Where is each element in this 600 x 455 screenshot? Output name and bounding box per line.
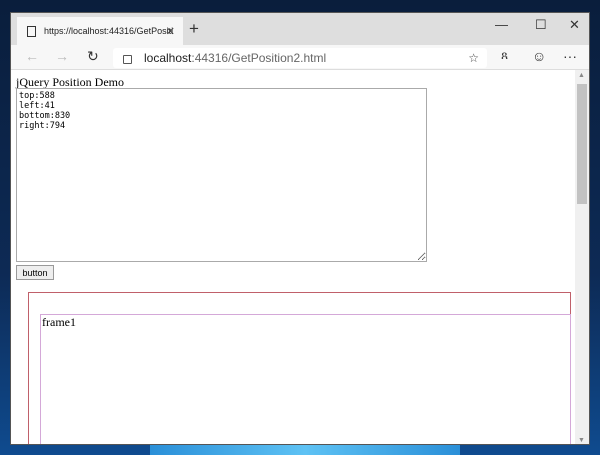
address-toolbar: ← → ↻ localhost:44316/GetPosition2.html …	[11, 45, 589, 70]
maximize-button[interactable]: ☐	[535, 17, 547, 33]
scrollbar-thumb[interactable]	[577, 84, 587, 204]
browser-window: https://localhost:44316/GetPositi ✕ + — …	[10, 12, 590, 445]
refresh-button[interactable]: ↻	[87, 48, 99, 65]
lock-icon	[123, 55, 132, 64]
address-bar[interactable]: localhost:44316/GetPosition2.html ☆	[113, 48, 487, 68]
new-tab-button[interactable]: +	[189, 19, 199, 39]
url-host: localhost	[144, 51, 192, 65]
scroll-up-icon[interactable]: ▲	[578, 72, 585, 79]
page-icon	[27, 25, 36, 37]
favorite-star-icon[interactable]: ☆	[468, 51, 479, 65]
position-output-textarea[interactable]: top:588 left:41 bottom:830 right:794	[16, 88, 427, 262]
tab-title: https://localhost:44316/GetPositi	[44, 26, 174, 36]
vertical-scrollbar[interactable]: ▲ ▼	[575, 70, 589, 444]
profile-icon[interactable]: ጸ	[501, 48, 508, 63]
minimize-button[interactable]: —	[495, 17, 508, 32]
close-window-button[interactable]: ✕	[569, 17, 580, 33]
forward-button[interactable]: →	[55, 48, 69, 64]
more-menu-icon[interactable]: ···	[563, 48, 577, 64]
scroll-down-icon[interactable]: ▼	[578, 437, 585, 444]
back-button[interactable]: ←	[25, 48, 39, 64]
frame-label: frame1	[42, 315, 76, 329]
get-position-button[interactable]: button	[16, 265, 54, 280]
url-path: :44316/GetPosition2.html	[191, 51, 327, 65]
feedback-smiley-icon[interactable]: ☺	[532, 48, 546, 64]
page-content: jQuery Position Demo top:588 left:41 bot…	[11, 70, 577, 444]
frame1: frame1	[40, 314, 571, 444]
browser-tab[interactable]: https://localhost:44316/GetPositi ✕	[17, 17, 183, 45]
tab-bar: https://localhost:44316/GetPositi ✕ + — …	[11, 13, 589, 45]
close-tab-icon[interactable]: ✕	[166, 25, 175, 38]
